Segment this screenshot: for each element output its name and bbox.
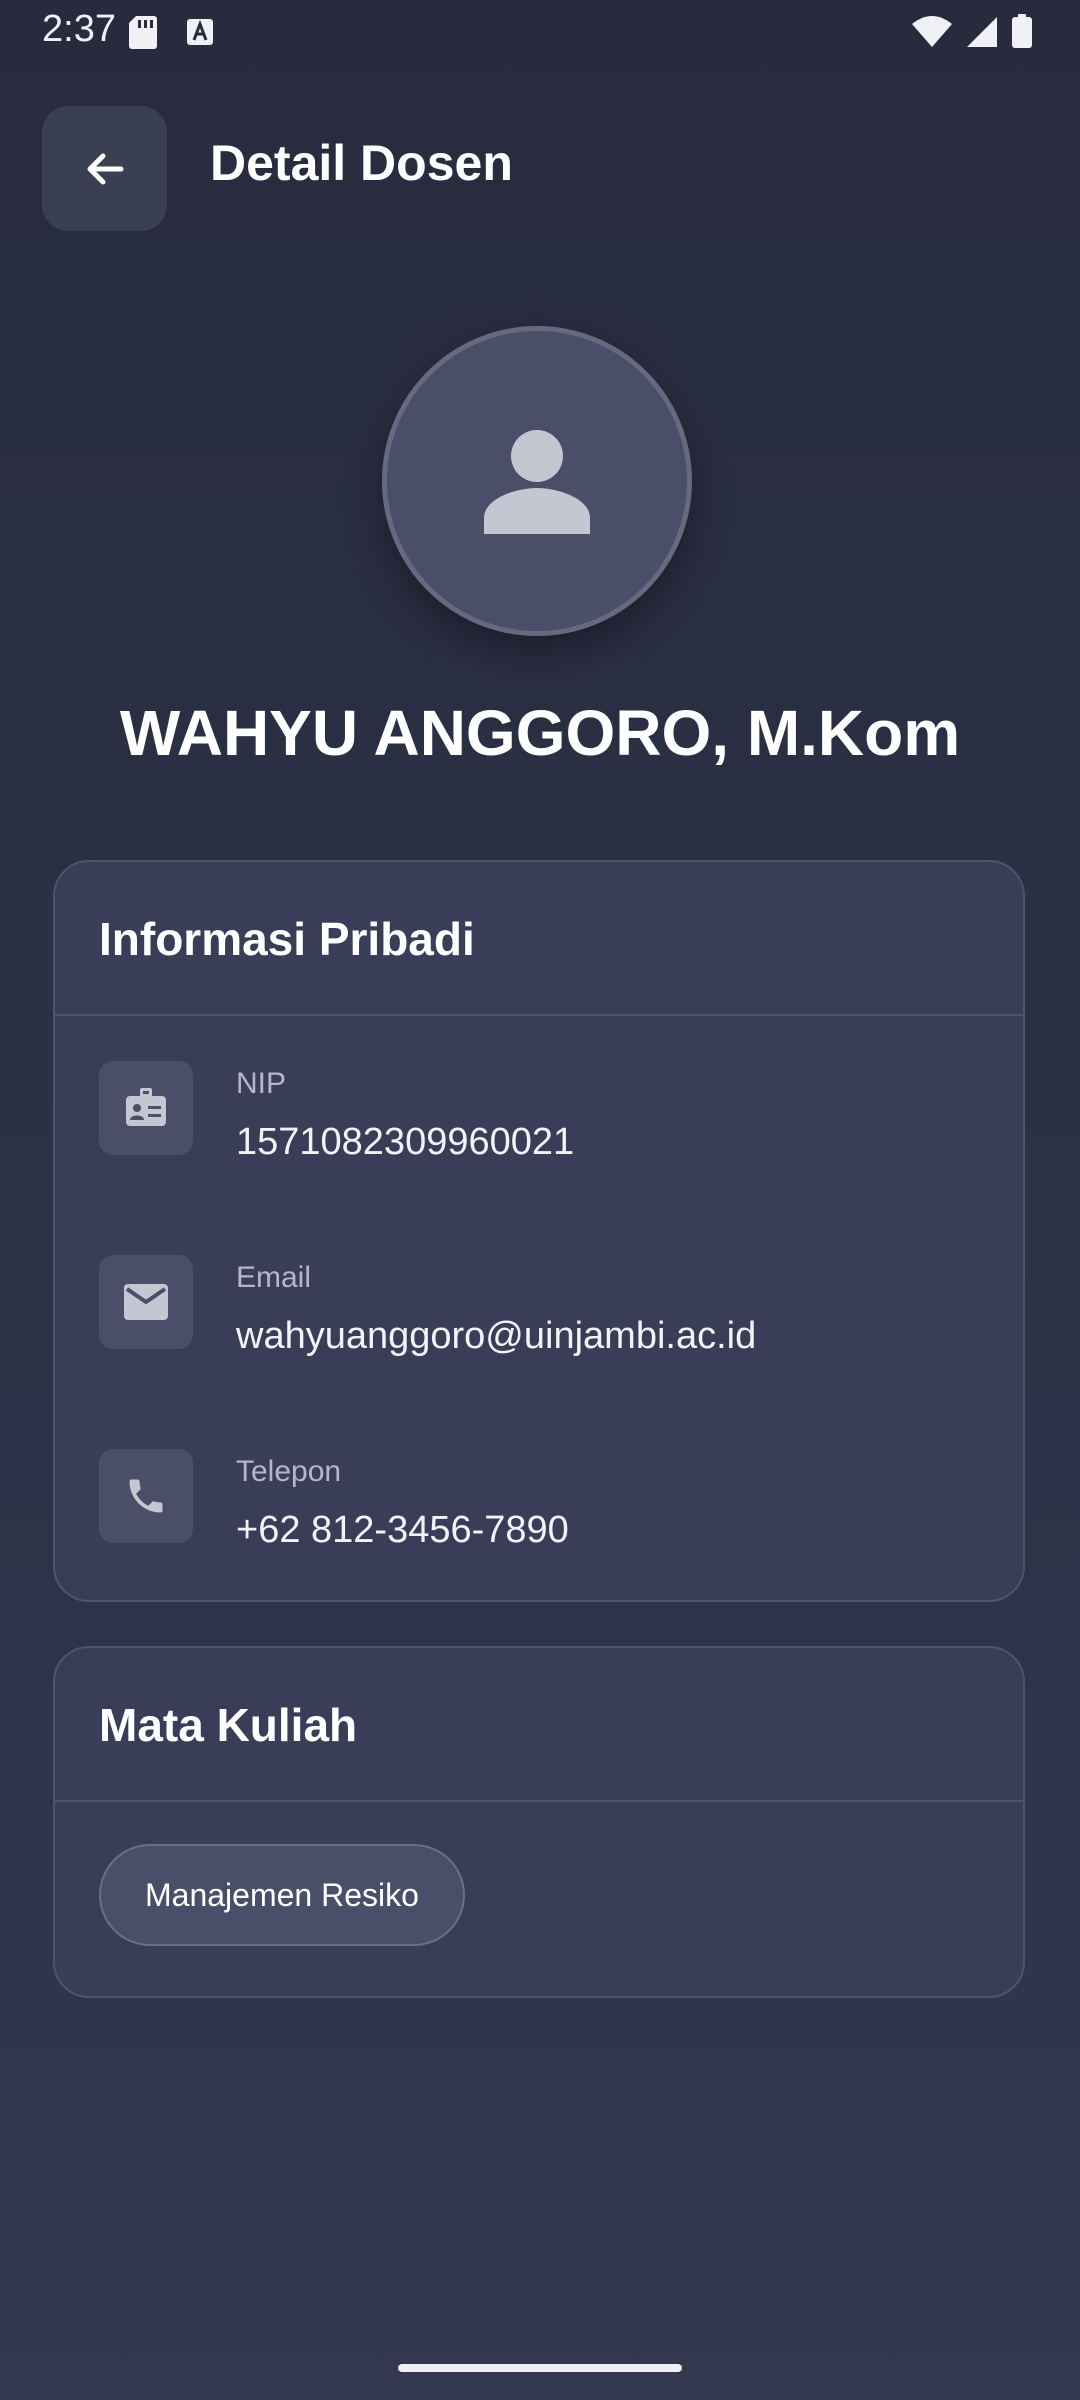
lecturer-name: WAHYU ANGGORO, M.Kom	[119, 697, 961, 769]
card-title: Mata Kuliah	[99, 1699, 358, 1751]
phone-icon	[99, 1449, 193, 1543]
courses-card: Mata Kuliah Manajemen Resiko	[53, 1646, 1025, 1998]
back-button[interactable]	[42, 106, 167, 231]
sd-card-icon	[129, 16, 157, 49]
person-icon	[484, 430, 590, 534]
phone-value: +62 812-3456-7890	[236, 1509, 569, 1551]
status-time: 2:37	[42, 8, 116, 50]
course-chip[interactable]: Manajemen Resiko	[99, 1844, 465, 1946]
cellular-signal-icon	[967, 17, 997, 47]
card-title: Informasi Pribadi	[99, 913, 475, 965]
card-header: Informasi Pribadi	[55, 862, 1023, 1016]
phone-label: Telepon	[236, 1455, 342, 1488]
arrow-back-icon	[87, 153, 123, 184]
battery-icon	[1012, 14, 1032, 48]
email-value: wahyuanggoro@uinjambi.ac.id	[236, 1315, 757, 1357]
card-header: Mata Kuliah	[55, 1648, 1023, 1802]
mail-icon	[99, 1255, 193, 1349]
personal-info-card: Informasi Pribadi NIP 1571082309960021 E…	[53, 860, 1025, 1602]
keyboard-a-icon	[187, 19, 213, 45]
avatar	[382, 326, 692, 636]
email-label: Email	[236, 1261, 312, 1294]
nip-label: NIP	[236, 1067, 287, 1100]
wifi-icon	[912, 16, 952, 47]
page-title: Detail Dosen	[210, 135, 513, 191]
status-bar: 2:37	[0, 0, 1080, 64]
home-indicator[interactable]	[398, 2364, 682, 2372]
nip-value: 1571082309960021	[236, 1121, 575, 1163]
id-badge-icon	[99, 1061, 193, 1155]
